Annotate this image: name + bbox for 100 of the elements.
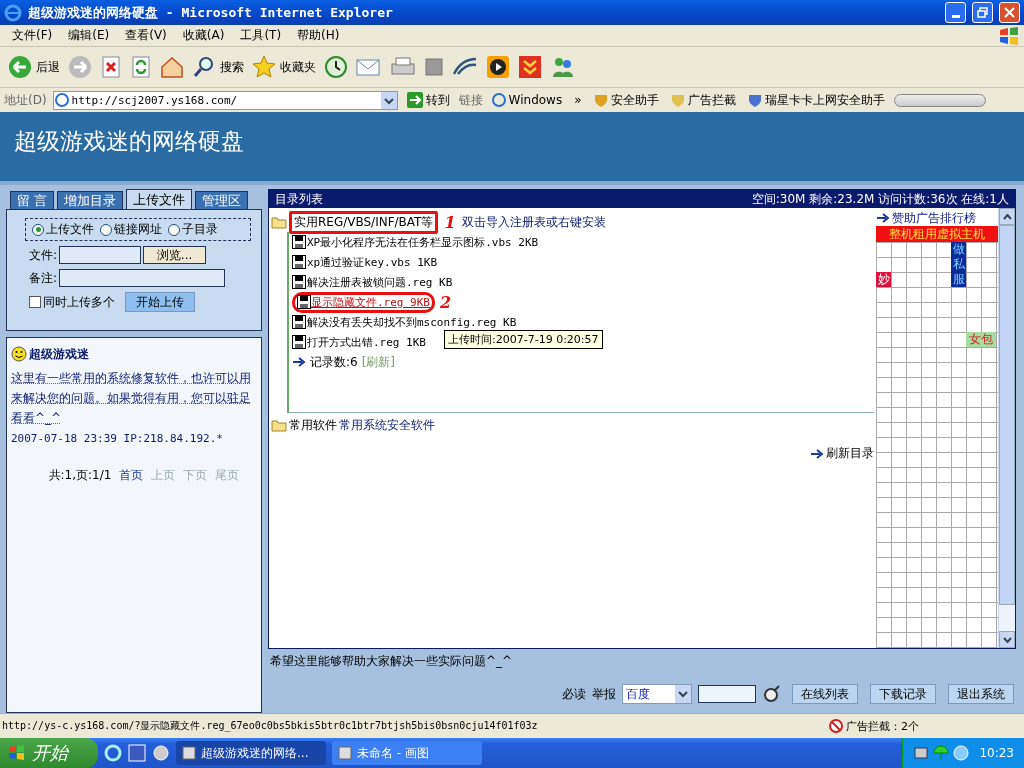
ad-spot[interactable]: 妙	[876, 272, 891, 287]
close-button[interactable]	[999, 2, 1020, 23]
right-arrow-icon	[292, 357, 306, 367]
address-label: 地址(D)	[4, 91, 47, 109]
menu-item[interactable]: 编辑(E)	[60, 27, 118, 44]
tooltip: 上传时间:2007-7-19 0:20:57	[444, 330, 603, 349]
message-meta: 2007-07-18 23:39 IP:218.84.192.*	[11, 432, 224, 445]
page-link[interactable]: 首页	[119, 467, 144, 484]
folder-description: 常用系统安全软件	[339, 416, 435, 434]
home-icon	[160, 55, 184, 79]
file-link[interactable]: 解决没有丢失却找不到msconfig.reg KB	[307, 314, 517, 330]
window-title: 超级游戏迷的网络硬盘 - Microsoft Internet Explorer	[28, 3, 394, 22]
author-name: 超级游戏迷	[29, 345, 89, 363]
link-button[interactable]: Windows	[488, 93, 566, 107]
blocked-icon	[829, 719, 843, 733]
file-link[interactable]: xp通过验证key.vbs 1KB	[307, 254, 438, 270]
favorites-button[interactable]: 收藏夹	[250, 50, 318, 84]
disk-stats: 空间:30M 剩余:23.2M 访问计数:36次 在线:1人	[751, 190, 1009, 208]
network-icon	[913, 745, 930, 761]
tab[interactable]: 留 言	[10, 191, 55, 209]
globe-icon	[953, 745, 970, 761]
chevron-button[interactable]: »	[571, 93, 585, 107]
folder-icon	[271, 215, 287, 229]
restore-button[interactable]	[972, 2, 993, 23]
file-link[interactable]: 解决注册表被锁问题.reg KB	[307, 274, 453, 290]
addon-button[interactable]: 安全助手	[590, 91, 662, 109]
go-arrow-icon	[406, 92, 423, 108]
menu-item[interactable]: 收藏(A)	[174, 27, 233, 44]
close-icon	[1004, 7, 1015, 18]
footer-button[interactable]: 退出系统	[948, 684, 1014, 704]
file-link[interactable]: 显示隐藏文件.reg 9KB	[311, 294, 430, 310]
address-field[interactable]: http://scj2007.ys168.com/	[52, 90, 398, 110]
back-button[interactable]: 后退	[6, 50, 62, 84]
folder-description: 双击导入注册表或右键安装	[461, 213, 606, 231]
status-url: http://ys-c.ys168.com/?显示隐藏文件.reg_67eo0c0bs5bkis5btr0c1btr7btjsh5bis0bsn0cju14f01f03z	[1, 719, 539, 733]
menu-item[interactable]: 文件(F)	[4, 27, 61, 44]
right-arrow-icon	[876, 213, 890, 223]
upload-button[interactable]: 开始上传	[125, 292, 195, 312]
clock: 10:23	[979, 746, 1014, 760]
file-link[interactable]: XP最小化程序无法在任务栏显示图标.vbs 2KB	[307, 234, 539, 250]
folder-name[interactable]: 实用REG/VBS/INF/BAT等	[294, 213, 434, 231]
ad-banner[interactable]: 整机租用虚拟主机	[876, 226, 998, 242]
tab[interactable]: 增加目录	[57, 191, 124, 209]
note-field[interactable]	[59, 269, 226, 287]
addon-button[interactable]: 瑞星卡卡上网安全助手	[744, 91, 888, 109]
browse-button[interactable]: 浏览...	[143, 246, 207, 264]
footer-button[interactable]: 在线列表	[792, 684, 858, 704]
menu-item[interactable]: 查看(V)	[117, 27, 175, 44]
footer-link[interactable]: 必读	[562, 685, 586, 703]
go-button[interactable]: 转到	[403, 91, 453, 109]
people-icon	[550, 55, 576, 79]
search-field[interactable]	[698, 685, 756, 703]
guestbook-message: 这里有一些常用的系统修复软件，也许可以用来解决您的问题。如果觉得有用，您可以驻足看看^_^	[11, 370, 252, 427]
start-button[interactable]: 开始	[0, 738, 98, 768]
windows-flag-icon	[998, 25, 1020, 46]
checkbox-option[interactable]: 同时上传多个	[29, 293, 115, 311]
search-button[interactable]: 搜索	[190, 50, 246, 84]
tab[interactable]: 管理区	[195, 191, 249, 209]
radio-button[interactable]	[32, 223, 44, 236]
folder-name[interactable]: 常用软件	[289, 416, 337, 434]
ad-spot[interactable]: 做私服	[951, 242, 966, 287]
links-label: 链接	[458, 91, 483, 109]
windows-flag-icon	[8, 744, 26, 762]
radio-button[interactable]	[168, 223, 180, 236]
play-icon	[486, 55, 510, 79]
shield-icon	[747, 93, 762, 107]
taskbar-button[interactable]: 超级游戏迷的网络...	[176, 741, 326, 765]
document-icon	[128, 744, 146, 762]
square-icon	[424, 57, 444, 77]
menu-item[interactable]: 帮助(H)	[289, 27, 348, 44]
shield-icon	[670, 93, 685, 107]
field-label: 备注:	[29, 269, 58, 287]
field-label: 文件:	[29, 246, 58, 264]
radio-option[interactable]: 上传文件	[32, 221, 94, 238]
panel-title: 目录列表	[275, 190, 323, 208]
taskbar-button[interactable]: 未命名 - 画图	[332, 741, 482, 765]
search-icon	[192, 55, 216, 79]
radio-button[interactable]	[100, 223, 112, 236]
footer-link[interactable]: 举报	[592, 685, 616, 703]
radio-option[interactable]: 子目录	[168, 221, 218, 238]
smiley-icon	[11, 346, 27, 362]
star-icon	[252, 55, 276, 79]
annotation-number: 2	[440, 292, 452, 312]
search-engine-select[interactable]: 百度	[622, 684, 692, 704]
stop-icon	[100, 56, 122, 78]
checkbox[interactable]	[29, 296, 41, 308]
minimize-button[interactable]	[945, 2, 966, 23]
scrollbar[interactable]	[998, 208, 1015, 648]
file-link[interactable]: 打开方式出错.reg 1KB	[307, 334, 426, 350]
ad-ranking-link[interactable]: 赞助广告排行榜	[876, 210, 998, 226]
search-icon	[762, 685, 780, 703]
addon-button[interactable]: 广告拦截	[667, 91, 739, 109]
radio-option[interactable]: 链接网址	[100, 221, 162, 238]
menu-item[interactable]: 工具(T)	[232, 27, 290, 44]
file-field[interactable]	[59, 246, 142, 264]
tab[interactable]: 上传文件	[126, 189, 193, 209]
refresh-directory-link[interactable]: 刷新目录	[810, 445, 874, 462]
record-count: 记录数:6	[310, 353, 358, 371]
page-summary: 共:1,页:1/1	[48, 467, 112, 484]
footer-button[interactable]: 下载记录	[870, 684, 936, 704]
